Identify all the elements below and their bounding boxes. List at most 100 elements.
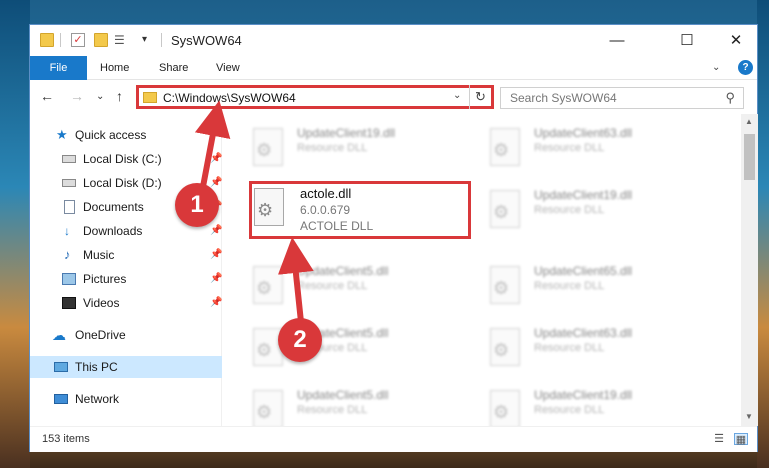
sidebar-item-videos[interactable]: Videos 📌 xyxy=(30,292,222,314)
scroll-up-icon[interactable]: ▲ xyxy=(745,117,753,126)
file-item[interactable]: UpdateClient19.dll Resource DLL xyxy=(486,184,718,232)
forward-button[interactable]: → xyxy=(70,88,84,104)
tab-file[interactable]: File xyxy=(30,56,87,80)
navigation-pane: ★ Quick access Local Disk (C:) 📌 Local D… xyxy=(30,114,222,426)
sidebar-item-pictures[interactable]: Pictures 📌 xyxy=(30,268,222,290)
dll-file-icon xyxy=(490,190,520,228)
scroll-down-icon[interactable]: ▼ xyxy=(745,412,753,421)
details-view-icon[interactable]: ☰ xyxy=(712,433,726,445)
pin-icon[interactable]: 📌 xyxy=(210,268,222,290)
pin-icon[interactable]: 📌 xyxy=(210,244,222,266)
dll-file-icon xyxy=(490,390,520,426)
file-name: UpdateClient5.dll xyxy=(297,264,389,278)
item-count: 153 items xyxy=(42,433,90,445)
file-name: UpdateClient19.dll xyxy=(297,126,396,140)
desktop-background-right xyxy=(757,0,769,468)
sidebar-item-music[interactable]: ♪ Music 📌 xyxy=(30,244,222,266)
properties-icon[interactable]: ✓ xyxy=(71,33,85,47)
customize-toolbar-icon[interactable]: ☰ xyxy=(114,33,128,47)
file-description: ACTOLE DLL xyxy=(300,219,374,233)
recent-locations-button[interactable]: ⌄ xyxy=(96,91,104,102)
scrollbar-thumb[interactable] xyxy=(744,134,755,180)
dll-file-icon xyxy=(253,128,283,166)
sidebar-item-local-disk-c[interactable]: Local Disk (C:) 📌 xyxy=(30,148,222,170)
tab-home[interactable]: Home xyxy=(100,56,129,80)
file-item[interactable]: UpdateClient19.dll Resource DLL xyxy=(249,122,481,170)
expand-ribbon-icon[interactable]: ⌄ xyxy=(712,62,720,73)
pictures-icon xyxy=(62,273,76,285)
vertical-scrollbar[interactable]: ▲ ▼ xyxy=(741,114,758,426)
quick-access-dropdown-icon[interactable]: ▾ xyxy=(142,33,156,47)
file-version: 6.0.0.679 xyxy=(300,203,351,217)
file-description: Resource DLL xyxy=(534,342,605,354)
sidebar-item-label: Network xyxy=(75,392,120,406)
document-icon xyxy=(64,200,75,214)
sidebar-item-label: Documents xyxy=(83,200,144,214)
step-badge-2: 2 xyxy=(278,318,322,362)
file-description: Resource DLL xyxy=(297,280,368,292)
tab-view[interactable]: View xyxy=(216,56,240,80)
file-item-actole-dll[interactable]: actole.dll 6.0.0.679 ACTOLE DLL xyxy=(249,181,471,239)
download-icon: ↓ xyxy=(64,224,70,238)
sidebar-item-this-pc[interactable]: This PC xyxy=(30,356,222,378)
tiles-view-icon[interactable]: ▦ xyxy=(734,433,748,446)
dll-file-icon xyxy=(253,390,283,426)
dll-file-icon xyxy=(253,266,283,304)
file-item[interactable]: UpdateClient19.dll Resource DLL xyxy=(486,384,718,426)
file-item[interactable]: UpdateClient5.dll Resource DLL xyxy=(249,384,481,426)
up-button[interactable]: ↑ xyxy=(116,88,123,104)
file-explorer-window: ✓ ☰ ▾ SysWOW64 — ☐ ✕ File Home Share Vie… xyxy=(29,24,758,452)
file-description: Resource DLL xyxy=(534,142,605,154)
search-icon[interactable]: ⚲ xyxy=(725,90,735,106)
cloud-icon: ☁ xyxy=(52,327,66,343)
file-name: UpdateClient5.dll xyxy=(297,388,389,402)
file-item[interactable]: UpdateClient65.dll Resource DLL xyxy=(486,260,718,308)
toolbar-divider xyxy=(60,33,61,47)
address-bar[interactable]: C:\Windows\SysWOW64 ⌄ ↻ xyxy=(136,85,494,109)
file-description: Resource DLL xyxy=(534,280,605,292)
help-icon[interactable]: ? xyxy=(738,60,753,75)
file-name: UpdateClient63.dll xyxy=(534,326,633,340)
sidebar-item-label: Music xyxy=(83,248,115,262)
window-title: SysWOW64 xyxy=(171,33,242,48)
sidebar-item-quick-access[interactable]: ★ Quick access xyxy=(30,124,222,146)
file-item[interactable]: UpdateClient63.dll Resource DLL xyxy=(486,322,718,370)
file-item[interactable]: UpdateClient5.dll Resource DLL xyxy=(249,260,481,308)
status-bar: 153 items ☰ ▦ xyxy=(30,426,757,452)
step-badge-1: 1 xyxy=(175,183,219,227)
sidebar-item-label: Local Disk (C:) xyxy=(83,152,162,166)
computer-icon xyxy=(54,362,68,372)
file-description: Resource DLL xyxy=(534,204,605,216)
sidebar-item-label: Local Disk (D:) xyxy=(83,176,162,190)
sidebar-item-label: Downloads xyxy=(83,224,143,238)
tab-share[interactable]: Share xyxy=(159,56,188,80)
back-button[interactable]: ← xyxy=(40,88,54,104)
file-name: UpdateClient19.dll xyxy=(534,388,633,402)
file-description: Resource DLL xyxy=(534,404,605,416)
address-path[interactable]: C:\Windows\SysWOW64 xyxy=(163,91,296,105)
ribbon: File Home Share View ⌄ ? xyxy=(30,56,757,80)
sidebar-item-label: Pictures xyxy=(83,272,127,286)
desktop-background-left xyxy=(0,0,30,468)
network-icon xyxy=(54,394,68,404)
sidebar-item-network[interactable]: Network xyxy=(30,388,222,410)
pin-icon[interactable]: 📌 xyxy=(210,292,222,314)
maximize-button[interactable]: ☐ xyxy=(664,25,710,56)
music-icon: ♪ xyxy=(64,247,71,262)
sidebar-item-label: This PC xyxy=(75,360,118,374)
sidebar-item-onedrive[interactable]: ☁ OneDrive xyxy=(30,324,222,346)
file-name: actole.dll xyxy=(300,186,352,201)
pin-icon[interactable]: 📌 xyxy=(210,148,222,170)
pin-icon[interactable]: 📌 xyxy=(210,220,222,242)
refresh-button[interactable]: ↻ xyxy=(469,85,491,109)
file-name: UpdateClient65.dll xyxy=(534,264,633,278)
minimize-button[interactable]: — xyxy=(594,25,640,56)
close-button[interactable]: ✕ xyxy=(713,25,759,56)
folder-icon xyxy=(40,33,54,47)
search-input[interactable]: Search SysWOW64 ⚲ xyxy=(500,87,744,109)
file-list: UpdateClient19.dll Resource DLL UpdateCl… xyxy=(223,114,741,426)
new-folder-icon[interactable] xyxy=(94,33,108,47)
address-dropdown-icon[interactable]: ⌄ xyxy=(453,90,461,101)
file-item[interactable]: UpdateClient63.dll Resource DLL xyxy=(486,122,718,170)
file-name: UpdateClient63.dll xyxy=(534,126,633,140)
